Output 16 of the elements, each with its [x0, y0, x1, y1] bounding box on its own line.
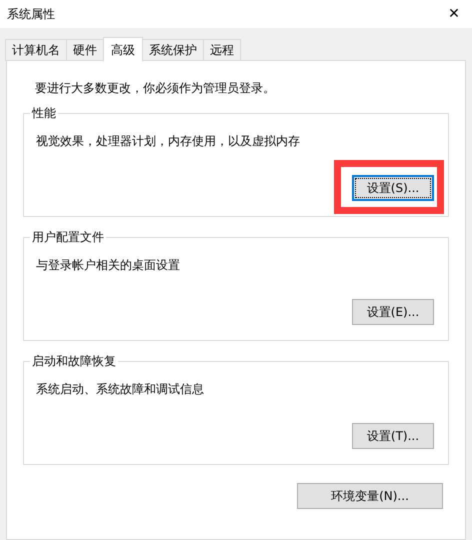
settings-button[interactable]: 设置(T)... [352, 423, 434, 449]
tab[interactable]: 高级 [103, 37, 143, 62]
group-description: 系统启动、系统故障和调试信息 [36, 381, 205, 398]
settings-button[interactable]: 设置(E)... [352, 299, 434, 325]
group-title: 用户配置文件 [30, 229, 106, 245]
notice-text: 要进行大多数更改，你必须作为管理员登录。 [35, 80, 276, 97]
tab[interactable]: 远程 [203, 39, 241, 61]
tab[interactable]: 计算机名 [5, 39, 67, 61]
group-title: 性能 [30, 105, 58, 121]
close-button[interactable]: ✕ [444, 4, 464, 24]
group-description: 与登录帐户相关的桌面设置 [36, 257, 181, 274]
settings-button[interactable]: 设置(S)... [352, 175, 434, 201]
group-title: 启动和故障恢复 [30, 353, 118, 369]
environment-variables-button[interactable]: 环境变量(N)... [297, 483, 443, 509]
group-description: 视觉效果，处理器计划，内存使用，以及虚拟内存 [36, 133, 301, 150]
window-title: 系统属性 [7, 6, 55, 23]
